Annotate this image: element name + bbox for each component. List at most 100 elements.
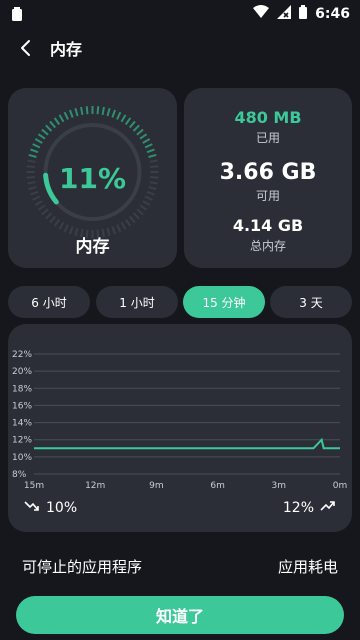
- app-battery-label[interactable]: 应用耗电: [278, 556, 338, 577]
- gauge-tick: [96, 106, 100, 115]
- gauge-tick: [58, 221, 65, 230]
- tab-1h[interactable]: 1 小时: [96, 286, 178, 318]
- gauge-tick: [129, 120, 136, 129]
- available-stat: 3.66 GB 可用: [184, 160, 352, 204]
- gauge-tick: [49, 215, 56, 224]
- gauge-tick: [120, 114, 127, 123]
- y-tick-label: 20%: [12, 367, 32, 377]
- total-value: 4.14 GB: [232, 216, 304, 235]
- x-tick-label: 0m: [333, 481, 348, 491]
- memory-series-line: [34, 437, 340, 450]
- chart-min-value: 10%: [46, 500, 78, 516]
- gauge-tick: [116, 224, 122, 233]
- y-tick-label: 10%: [12, 453, 32, 463]
- gauge-tick: [106, 107, 111, 117]
- gauge-tick: [144, 195, 153, 201]
- total-stat: 4.14 GB 总内存: [184, 216, 352, 254]
- gauge-tick: [132, 212, 140, 220]
- trend-down-icon: [24, 500, 40, 516]
- gauge-tick: [63, 224, 69, 233]
- gauge-tick: [28, 153, 37, 158]
- chart-max: 12%: [283, 500, 336, 516]
- gauge-tick: [144, 143, 153, 149]
- memory-chart-card: 22% 20% 18% 16% 14% 12% 10% 8% 15m 12m 9m 6m 3m 0m 10…: [8, 324, 352, 532]
- gauge-tick: [34, 200, 43, 206]
- signal-off-icon: [277, 4, 292, 23]
- stoppable-apps-label[interactable]: 可停止的应用程序: [22, 556, 142, 577]
- gauge-tick: [37, 204, 46, 211]
- gauge-tick: [136, 208, 144, 216]
- gauge-tick: [74, 107, 79, 117]
- gauge-tick: [139, 204, 148, 211]
- wifi-icon: [253, 4, 270, 23]
- gauge-tick: [30, 148, 39, 154]
- battery-small-icon: [12, 6, 22, 25]
- gauge-tick: [132, 124, 140, 132]
- gauge-tick: [129, 215, 136, 224]
- gauge-tick: [139, 133, 148, 140]
- battery-icon: [299, 4, 308, 23]
- gauge-tick: [37, 133, 46, 140]
- status-bar: 6:46: [0, 0, 360, 28]
- gauge-tick: [146, 148, 155, 154]
- tab-15m[interactable]: 15 分钟: [183, 286, 265, 318]
- y-tick-label: 16%: [12, 401, 32, 411]
- status-time: 6:46: [315, 5, 350, 22]
- total-label: 总内存: [249, 239, 286, 253]
- chart-min: 10%: [24, 500, 77, 516]
- gauge-tick: [124, 218, 132, 227]
- memory-label: 内存: [75, 237, 110, 257]
- memory-percent: 11%: [58, 162, 127, 195]
- gauge-tick: [142, 138, 151, 144]
- gauge-tick: [32, 195, 41, 201]
- gauge-tick: [101, 106, 105, 116]
- top-bar: 内存: [0, 30, 360, 66]
- available-label: 可用: [255, 189, 280, 203]
- gauge-tick: [53, 117, 61, 126]
- memory-stats-card: 480 MB 已用 3.66 GB 可用 4.14 GB 总内存: [184, 88, 352, 268]
- gauge-tick: [41, 128, 49, 136]
- got-it-button[interactable]: 知道了: [16, 596, 344, 634]
- gauge-tick: [120, 221, 127, 230]
- gauge-tick: [68, 109, 74, 118]
- gauge-tick: [34, 138, 43, 144]
- y-tick-label: 22%: [12, 350, 32, 360]
- gauge-tick: [53, 218, 61, 227]
- gauge-tick: [32, 143, 41, 149]
- x-tick-label: 12m: [85, 481, 105, 491]
- gauge-tick: [124, 117, 132, 126]
- gauge-tick: [41, 208, 49, 216]
- gauge-tick: [80, 106, 84, 116]
- x-tick-label: 15m: [24, 481, 44, 491]
- x-tick-label: 6m: [210, 481, 225, 491]
- gauge-tick: [45, 124, 53, 132]
- chart-max-value: 12%: [282, 500, 314, 516]
- gauge-tick: [148, 153, 157, 158]
- gauge-tick: [85, 106, 89, 115]
- gauge-tick: [116, 111, 122, 120]
- x-tick-label: 3m: [272, 481, 287, 491]
- gauge-tick: [142, 200, 151, 206]
- available-value: 3.66 GB: [219, 160, 317, 185]
- x-tick-label: 9m: [149, 481, 164, 491]
- tab-3d[interactable]: 3 天: [270, 286, 352, 318]
- tab-6h[interactable]: 6 小时: [8, 286, 90, 318]
- y-tick-label: 12%: [12, 436, 32, 446]
- chevron-left-icon[interactable]: [14, 36, 38, 60]
- used-stat: 480 MB 已用: [184, 108, 352, 146]
- gauge-tick: [58, 114, 65, 123]
- y-tick-label: 8%: [12, 470, 27, 480]
- used-value: 480 MB: [234, 108, 302, 127]
- gauge-tick: [111, 109, 117, 118]
- gauge-tick: [45, 212, 53, 220]
- used-label: 已用: [255, 131, 280, 145]
- y-tick-label: 14%: [12, 419, 32, 429]
- y-tick-label: 18%: [12, 384, 32, 394]
- page-title: 内存: [50, 40, 83, 59]
- time-range-tabs: 6 小时 1 小时 15 分钟 3 天: [8, 286, 352, 318]
- trend-up-icon: [320, 500, 336, 516]
- gauge-tick: [136, 128, 144, 136]
- gauge-tick: [63, 111, 69, 120]
- memory-gauge-card: 11% 内存: [8, 88, 177, 268]
- gauge-tick: [49, 120, 56, 129]
